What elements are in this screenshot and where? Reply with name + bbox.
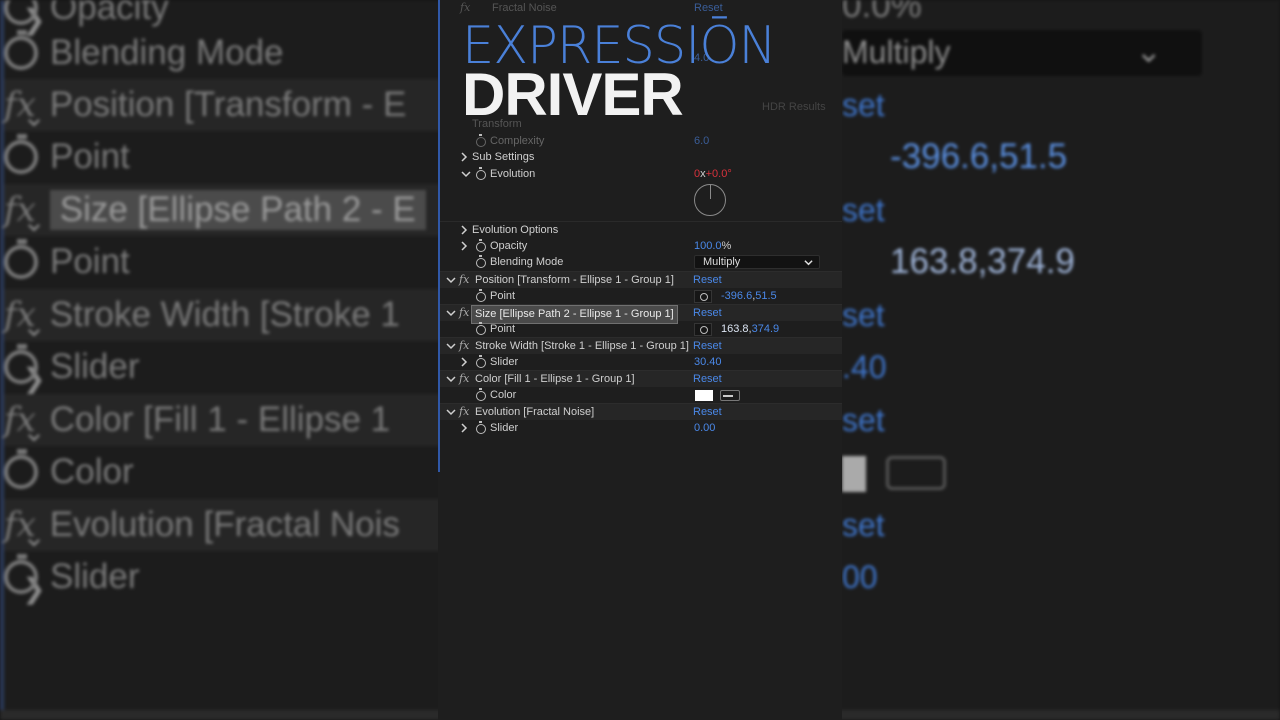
size-point-value[interactable]: 163.8,374.9 xyxy=(721,321,779,338)
bg-eyedropper-icon xyxy=(886,456,946,490)
bg-row-evolution: ⌄ fx Evolution [Fractal Nois xyxy=(4,499,440,552)
chevron-down-icon[interactable] xyxy=(446,407,456,417)
color-swatch[interactable] xyxy=(695,390,713,401)
chevron-down-icon[interactable] xyxy=(461,169,471,179)
row-complexity: Complexity 6.0 xyxy=(440,133,842,150)
stopwatch-icon[interactable] xyxy=(476,167,486,180)
evolution-value[interactable]: 0x+0.0° xyxy=(694,166,732,183)
row-stroke-width-effect[interactable]: fx Stroke Width [Stroke 1 - Ellipse 1 - … xyxy=(440,337,842,354)
blending-mode-select[interactable]: Multiply xyxy=(694,255,820,269)
chevron-down-icon[interactable] xyxy=(446,308,456,318)
row-stroke-slider: Slider 30.40 xyxy=(440,354,842,371)
fx-icon[interactable]: fx xyxy=(459,272,469,289)
row-size-point: Point 163.8,374.9 xyxy=(440,321,842,338)
stopwatch-icon[interactable] xyxy=(476,255,486,268)
row-size-effect[interactable]: fx Size [Ellipse Path 2 - Ellipse 1 - Gr… xyxy=(440,304,842,324)
stopwatch-icon[interactable] xyxy=(476,239,486,252)
bg-row-color-sub: Color xyxy=(4,446,440,498)
bg-row-point-2: Point xyxy=(4,236,440,288)
stopwatch-icon xyxy=(4,344,38,384)
crosshair-icon[interactable] xyxy=(694,290,712,303)
stopwatch-icon xyxy=(4,134,38,174)
zoomed-value-column: 0.0% Multiply ⌄ set -396.6,51.5 set 163.8… xyxy=(842,0,1280,720)
stopwatch-icon xyxy=(4,449,38,489)
fx-icon[interactable]: fx xyxy=(459,305,469,322)
reset-link[interactable]: Reset xyxy=(693,305,722,322)
row-color-effect[interactable]: fx Color [Fill 1 - Ellipse 1 - Group 1] … xyxy=(440,370,842,387)
eyedropper-icon[interactable] xyxy=(720,390,740,401)
chevron-down-icon[interactable] xyxy=(446,341,456,351)
chevron-right-icon[interactable] xyxy=(459,423,469,433)
bg-row-position: ⌄ fx Position [Transform - E xyxy=(4,79,440,132)
stopwatch-icon xyxy=(4,554,38,594)
opacity-value[interactable]: 100.0% xyxy=(694,238,731,255)
reset-link[interactable]: Reset xyxy=(693,272,722,289)
stopwatch-icon xyxy=(4,239,38,279)
bg-color-swatch xyxy=(842,456,866,492)
reset-link[interactable]: Reset xyxy=(693,404,722,421)
reset-link[interactable]: Reset xyxy=(693,338,722,355)
fx-icon[interactable]: fx xyxy=(459,338,469,355)
row-evolution-effect[interactable]: fx Evolution [Fractal Noise] Reset xyxy=(440,403,842,420)
zoomed-layer-list: ❯ Opacity Blending Mode ⌄ fx Position [Tran… xyxy=(0,0,440,720)
fx-icon[interactable]: fx xyxy=(459,371,469,388)
stopwatch-icon[interactable] xyxy=(476,322,486,335)
stopwatch-icon[interactable] xyxy=(476,421,486,434)
chevron-down-icon[interactable] xyxy=(446,374,456,384)
row-opacity[interactable]: Opacity 100.0% xyxy=(440,238,842,255)
stopwatch-icon[interactable] xyxy=(476,355,486,368)
stroke-slider-value[interactable]: 30.40 xyxy=(694,354,722,371)
row-color-value: Color xyxy=(440,387,842,404)
row-fractal-noise: fx Fractal Noise Reset xyxy=(460,1,723,14)
bg-row-size: ⌄ fx Size [Ellipse Path 2 - E xyxy=(4,184,440,237)
chevron-right-icon[interactable] xyxy=(459,241,469,251)
stopwatch-icon[interactable] xyxy=(476,289,486,302)
bg-row-slider-2: ❯ Slider xyxy=(4,551,440,604)
stopwatch-icon xyxy=(4,30,38,70)
chevron-right-icon[interactable] xyxy=(459,225,469,235)
stopwatch-icon[interactable] xyxy=(476,388,486,401)
bg-row-blending: Blending Mode xyxy=(4,27,440,79)
bg-row-slider: ❯ Slider xyxy=(4,341,440,394)
chevron-down-icon[interactable] xyxy=(446,275,456,285)
bg-row-point: Point xyxy=(4,131,440,183)
position-point-value[interactable]: -396.6,51.5 xyxy=(721,288,777,305)
row-position-point: Point -396.6,51.5 xyxy=(440,288,842,305)
row-evolution-slider: Slider 0.00 xyxy=(440,420,842,437)
row-blending-mode: Blending Mode Multiply xyxy=(440,254,842,271)
row-position-effect[interactable]: fx Position [Transform - Ellipse 1 - Gro… xyxy=(440,271,842,288)
row-sub-settings[interactable]: Sub Settings xyxy=(440,149,842,166)
title-driver: DRIVER xyxy=(462,61,684,128)
evolution-slider-value[interactable]: 0.00 xyxy=(694,420,715,437)
reset-link[interactable]: Reset xyxy=(693,371,722,388)
chevron-down-icon xyxy=(804,258,813,267)
chevron-right-icon[interactable] xyxy=(459,357,469,367)
row-evolution-options[interactable]: Evolution Options xyxy=(440,221,842,238)
crosshair-icon[interactable] xyxy=(694,323,712,336)
evolution-dial[interactable] xyxy=(694,184,726,216)
fx-icon[interactable]: fx xyxy=(459,404,469,421)
bg-row-color: ⌄ fx Color [Fill 1 - Ellipse 1 xyxy=(4,394,440,447)
row-evolution[interactable]: Evolution 0x+0.0° xyxy=(440,166,842,183)
chevron-right-icon[interactable] xyxy=(459,152,469,162)
bg-row-stroke: ⌄ fx Stroke Width [Stroke 1 xyxy=(4,289,440,342)
